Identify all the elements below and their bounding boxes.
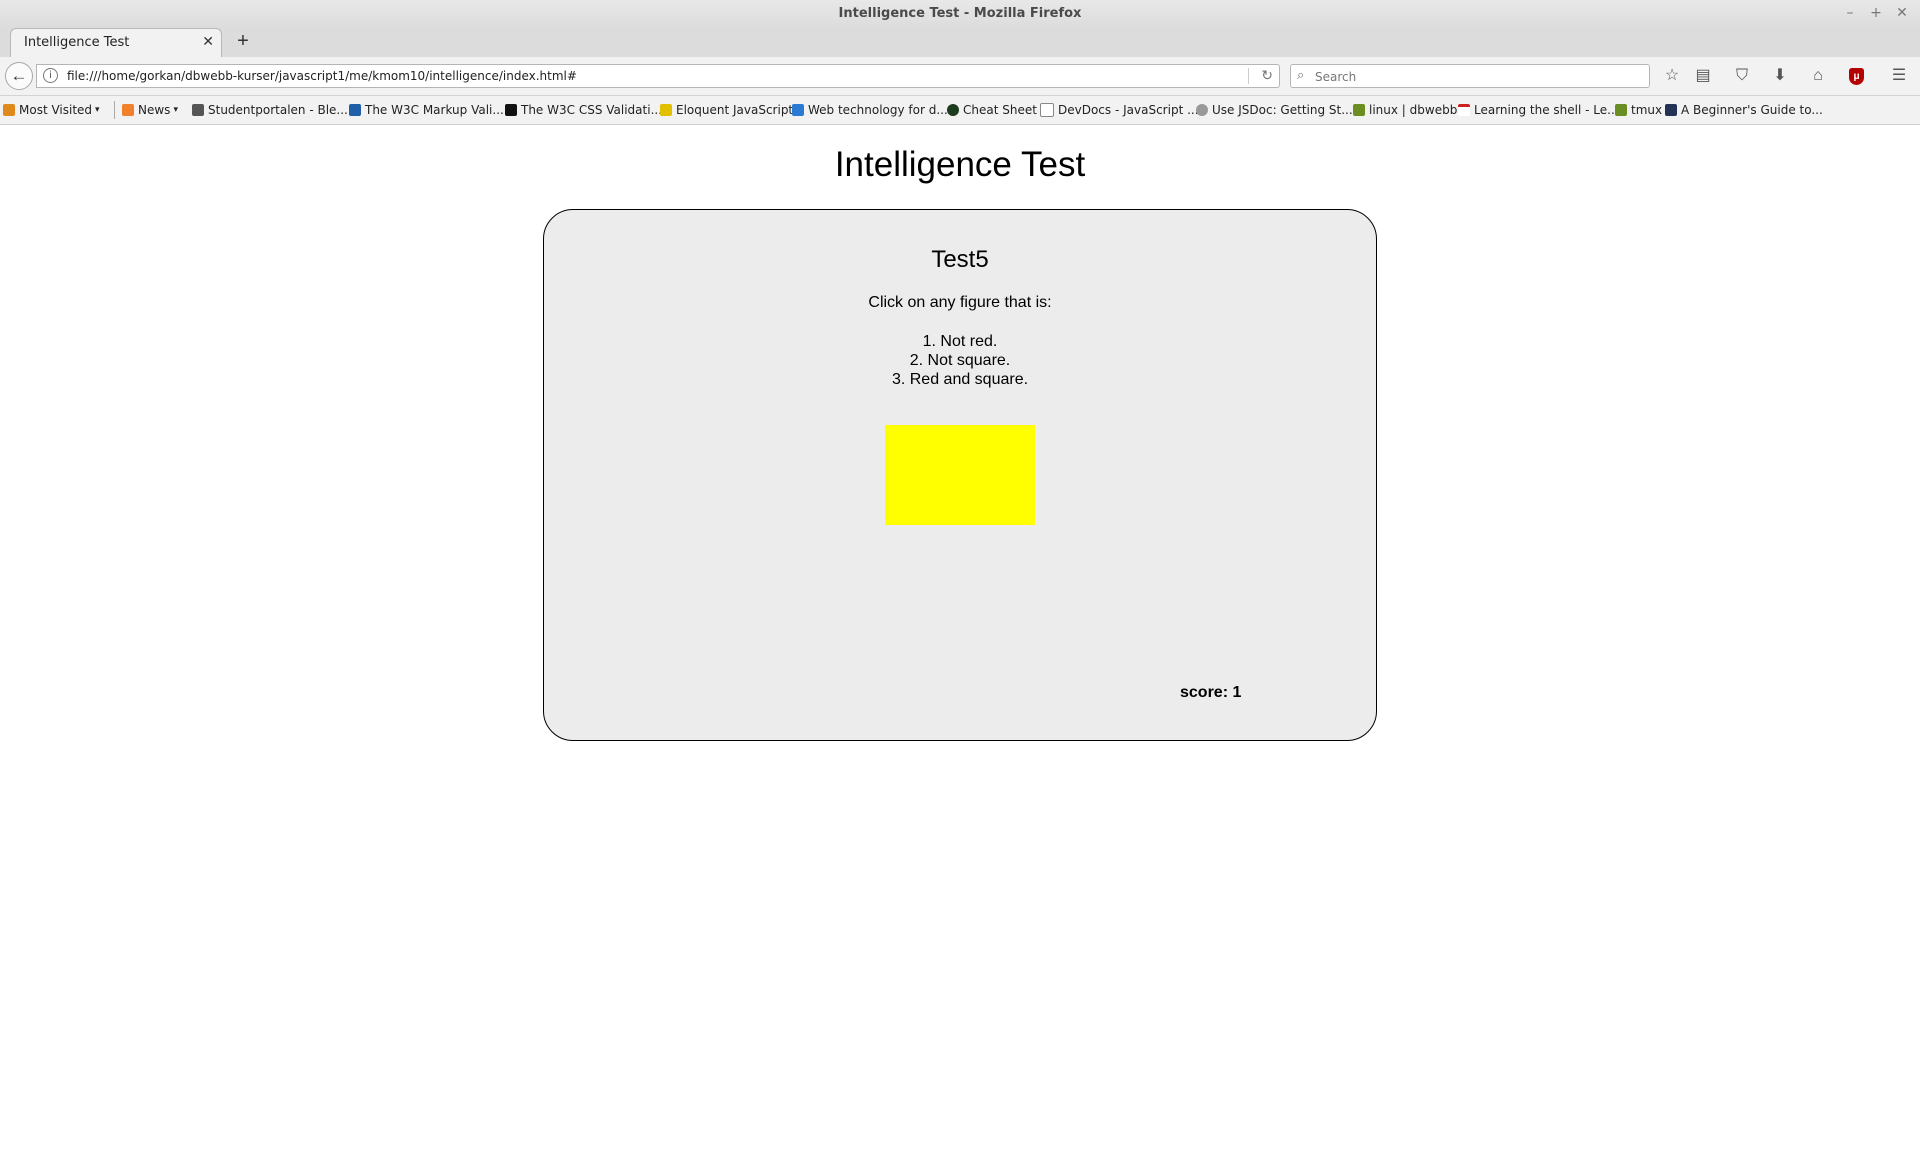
rules-list: 1. Not red. 2. Not square. 3. Red and sq… <box>544 332 1376 389</box>
test-panel: Test5 Click on any figure that is: 1. No… <box>543 209 1377 741</box>
bookmark-linux-dbwebb[interactable]: linux | dbwebb <box>1353 103 1457 117</box>
bookmark-eloquent-js[interactable]: Eloquent JavaScript <box>660 103 793 117</box>
home-icon[interactable]: ⌂ <box>1807 66 1829 88</box>
bookmark-label: Studentportalen - Ble... <box>208 103 348 117</box>
globe-icon <box>1196 104 1208 116</box>
back-button[interactable]: ← <box>5 62 33 90</box>
rule-item: 1. Not red. <box>922 333 998 350</box>
w3c-css-icon <box>505 104 517 116</box>
bookmark-label: A Beginner's Guide to... <box>1681 103 1823 117</box>
pocket-icon[interactable]: ⛉ <box>1731 66 1753 88</box>
bookmark-news[interactable]: News ▾ <box>122 103 178 117</box>
reading-list-icon[interactable]: ▤ <box>1692 66 1714 88</box>
dbwebb-icon <box>1615 104 1627 116</box>
bookmark-label: Use JSDoc: Getting St... <box>1212 103 1353 117</box>
w3c-icon <box>349 104 361 116</box>
ublock-icon[interactable]: μ <box>1849 68 1864 85</box>
rule-item: 2. Not square. <box>909 352 1011 369</box>
search-bar[interactable]: ⌕ <box>1290 64 1650 88</box>
bookmark-label: The W3C CSS Validati... <box>521 103 663 117</box>
bookmark-beginners-guide[interactable]: A Beginner's Guide to... <box>1665 103 1823 117</box>
close-icon[interactable]: ✕ <box>1896 5 1908 21</box>
bookmark-label: The W3C Markup Vali... <box>365 103 504 117</box>
bookmark-most-visited[interactable]: Most Visited ▾ <box>3 103 100 117</box>
bookmark-studentportalen[interactable]: Studentportalen - Ble... <box>192 103 348 117</box>
rule-item: 3. Red and square. <box>891 371 1029 388</box>
bookmark-label: Learning the shell - Le... <box>1474 103 1619 117</box>
htg-icon <box>1665 104 1677 116</box>
tab-intelligence-test[interactable]: Intelligence Test ✕ <box>10 28 222 57</box>
bookmark-label: Web technology for d... <box>808 103 948 117</box>
bookmark-jsdoc[interactable]: Use JSDoc: Getting St... <box>1196 103 1353 117</box>
bookmark-web-technology[interactable]: Web technology for d... <box>792 103 948 117</box>
tab-label: Intelligence Test <box>24 35 130 50</box>
minimize-icon[interactable]: – <box>1844 5 1856 21</box>
instruction-text: Click on any figure that is: <box>868 294 1052 311</box>
bookmarks-separator <box>114 101 115 119</box>
bookmark-label: Eloquent JavaScript <box>676 103 794 117</box>
page-content: Intelligence Test Test5 Click on any fig… <box>0 125 1920 1174</box>
devdocs-icon <box>1040 103 1054 117</box>
test-title: Test5 <box>931 246 989 273</box>
site-info-icon[interactable]: i <box>43 68 58 83</box>
search-input[interactable] <box>1313 67 1637 87</box>
search-icon: ⌕ <box>1297 67 1305 82</box>
bookmark-label: DevDocs - JavaScript ... <box>1058 103 1199 117</box>
bookmark-star-icon[interactable]: ☆ <box>1661 66 1683 88</box>
window-controls: – + ✕ <box>1844 5 1908 21</box>
page-title: Intelligence Test <box>834 145 1086 184</box>
bookmark-label: Cheat Sheet <box>963 103 1037 117</box>
new-tab-button[interactable]: + <box>232 30 254 53</box>
bookmark-label: News <box>138 103 171 117</box>
document-icon <box>1458 104 1470 116</box>
bookmark-label: linux | dbwebb <box>1369 103 1458 117</box>
url-bar[interactable]: i file:///home/gorkan/dbwebb-kurser/java… <box>36 64 1280 88</box>
bookmark-w3c-css[interactable]: The W3C CSS Validati... <box>505 103 662 117</box>
bookmarks-toolbar: Most Visited ▾ News ▾ Studentportalen - … <box>0 96 1920 125</box>
ejs-icon <box>660 104 672 116</box>
window-titlebar: Intelligence Test - Mozilla Firefox – + … <box>0 0 1920 28</box>
mdn-icon <box>792 104 804 116</box>
dbwebb-icon <box>1353 104 1365 116</box>
bookmark-label: Most Visited <box>19 103 93 117</box>
cheat-sheet-icon <box>947 104 959 116</box>
rss-icon <box>122 104 134 116</box>
url-divider <box>1248 68 1249 84</box>
menu-icon[interactable]: ☰ <box>1888 66 1910 88</box>
maximize-icon[interactable]: + <box>1870 5 1882 21</box>
chevron-down-icon: ▾ <box>173 105 178 115</box>
bth-icon <box>192 104 204 116</box>
window-title: Intelligence Test - Mozilla Firefox <box>838 6 1082 21</box>
reload-icon[interactable]: ↻ <box>1261 67 1273 84</box>
tab-close-icon[interactable]: ✕ <box>202 33 214 50</box>
url-text[interactable]: file:///home/gorkan/dbwebb-kurser/javasc… <box>67 69 577 83</box>
tab-strip: Intelligence Test ✕ + <box>0 28 1920 58</box>
chevron-down-icon: ▾ <box>95 105 100 115</box>
bookmark-learning-shell[interactable]: Learning the shell - Le... <box>1458 103 1619 117</box>
bookmark-w3c-markup[interactable]: The W3C Markup Vali... <box>349 103 504 117</box>
score-text: score: 1 <box>1180 684 1242 701</box>
bookmark-tmux[interactable]: tmux <box>1615 103 1662 117</box>
bookmark-devdocs[interactable]: DevDocs - JavaScript ... <box>1040 103 1199 117</box>
yellow-rectangle-figure[interactable] <box>885 425 1035 525</box>
bookmark-label: tmux <box>1631 103 1663 117</box>
folder-icon <box>3 104 15 116</box>
navigation-toolbar: ← i file:///home/gorkan/dbwebb-kurser/ja… <box>0 57 1920 96</box>
downloads-icon[interactable]: ⬇ <box>1769 66 1791 88</box>
bookmark-cheat-sheet[interactable]: Cheat Sheet <box>947 103 1037 117</box>
